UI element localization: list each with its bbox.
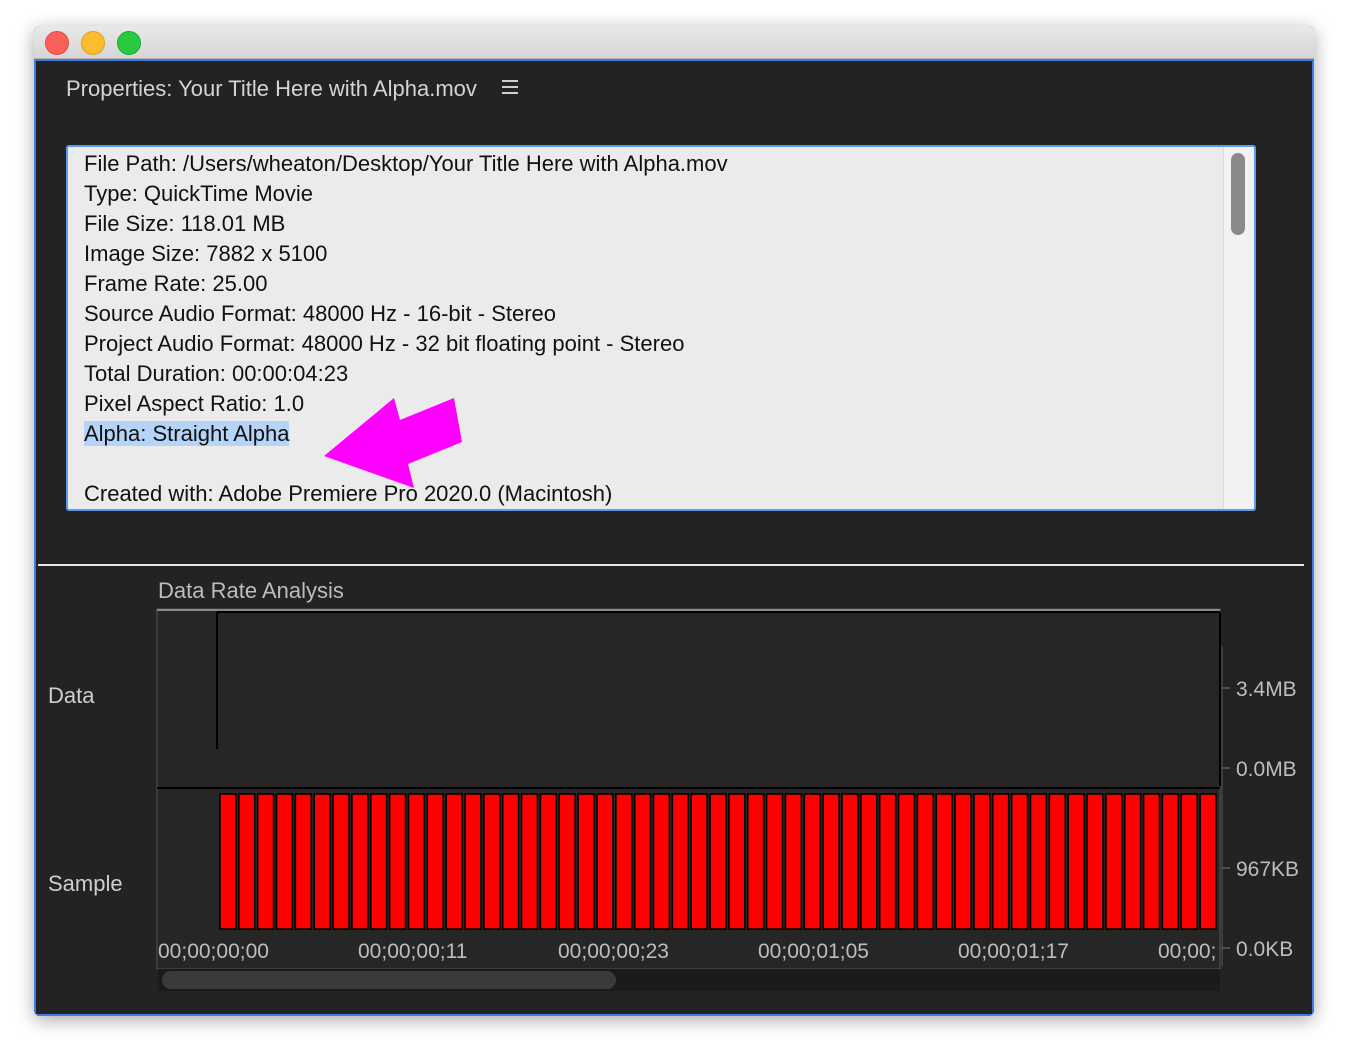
data-row-label: Data	[48, 683, 95, 708]
property-line: File Path: /Users/wheaton/Desktop/Your T…	[84, 149, 728, 179]
sample-bar	[238, 793, 256, 930]
timecode-label: 00;00;01;17	[958, 940, 1069, 963]
data-rate-chart: 3.4MB0.0MB967KB0.0KB 00;00;00;00 00;00;00…	[156, 608, 1299, 970]
close-icon[interactable]	[45, 31, 69, 55]
sample-bar	[935, 793, 953, 930]
sample-bar	[464, 793, 482, 930]
property-line: Image Size: 7882 x 5100	[84, 239, 728, 269]
sample-bar	[992, 793, 1010, 930]
sample-bar	[709, 793, 727, 930]
sample-bar	[426, 793, 444, 930]
property-text: Alpha: Straight Alpha	[84, 421, 290, 446]
sample-bar	[445, 793, 463, 930]
sample-bar	[652, 793, 671, 930]
sample-bar	[1161, 793, 1180, 930]
sample-bar	[1086, 793, 1104, 930]
sample-bar	[1029, 793, 1048, 930]
sample-bar	[483, 793, 501, 930]
sample-bar	[501, 793, 520, 930]
horizontal-scrollbar-thumb[interactable]	[162, 971, 616, 989]
sample-bar	[256, 793, 275, 930]
sample-bar	[539, 793, 558, 930]
timecode-label: 00;00;	[1158, 940, 1216, 963]
sample-bar	[878, 793, 897, 930]
sample-bar	[633, 793, 652, 930]
panel-title: Properties: Your Title Here with Alpha.m…	[66, 76, 477, 101]
sample-bar	[728, 793, 746, 930]
property-text: Frame Rate: 25.00	[84, 271, 268, 296]
sample-bar	[803, 793, 821, 930]
sample-bar	[916, 793, 935, 930]
sample-bar	[332, 793, 350, 930]
property-text: Pixel Aspect Ratio: 1.0	[84, 391, 305, 416]
sample-bar	[1048, 793, 1066, 930]
properties-info-box[interactable]: File Path: /Users/wheaton/Desktop/Your T…	[66, 145, 1256, 511]
sample-bar	[313, 793, 331, 930]
sample-bar	[784, 793, 803, 930]
sample-bar	[370, 793, 388, 930]
axis-label: 0.0MB	[1236, 758, 1297, 781]
hamburger-menu-icon[interactable]	[502, 80, 518, 94]
sample-bar	[1105, 793, 1123, 930]
sample-bar	[294, 793, 312, 930]
property-line: Frame Rate: 25.00	[84, 269, 728, 299]
sample-bar	[558, 793, 576, 930]
property-line: File Size: 118.01 MB	[84, 209, 728, 239]
horizontal-scrollbar[interactable]	[158, 969, 1220, 991]
axis-label: 0.0KB	[1236, 938, 1293, 961]
sample-bar	[1067, 793, 1085, 930]
sample-bar	[351, 793, 369, 930]
sample-bar	[615, 793, 633, 930]
sample-bar	[747, 793, 765, 930]
property-text: File Path: /Users/wheaton/Desktop/Your T…	[84, 151, 728, 176]
sample-bar	[1124, 793, 1142, 930]
sample-bar	[596, 793, 614, 930]
sample-bar	[860, 793, 878, 930]
sample-bar	[577, 793, 595, 930]
timecode-label: 00;00;00;23	[558, 940, 669, 963]
property-line: Type: QuickTime Movie	[84, 179, 728, 209]
sample-bar	[765, 793, 784, 930]
sample-bar	[388, 793, 407, 930]
axis-label: 967KB	[1236, 858, 1299, 881]
sample-bar	[973, 793, 991, 930]
vertical-scrollbar[interactable]	[1223, 147, 1254, 509]
sample-row-label: Sample	[48, 871, 123, 896]
sample-bar	[219, 793, 237, 930]
sample-bar	[1010, 793, 1029, 930]
sample-bar	[1180, 793, 1198, 930]
magenta-arrow-icon	[324, 398, 462, 488]
title-bar	[34, 26, 1314, 59]
timecode-label: 00;00;01;05	[758, 940, 869, 963]
sample-bar	[822, 793, 840, 930]
property-text: Type: QuickTime Movie	[84, 181, 314, 206]
property-text: Source Audio Format: 48000 Hz - 16-bit -…	[84, 301, 557, 326]
scrollbar-thumb[interactable]	[1231, 153, 1245, 235]
property-text: Project Audio Format: 48000 Hz - 32 bit …	[84, 331, 685, 356]
property-text: Image Size: 7882 x 5100	[84, 241, 328, 266]
axis-label: 3.4MB	[1236, 678, 1297, 701]
property-line: Source Audio Format: 48000 Hz - 16-bit -…	[84, 299, 728, 329]
sample-bar	[1142, 793, 1161, 930]
sample-bar	[1199, 793, 1217, 930]
sample-bar	[690, 793, 708, 930]
property-line: Project Audio Format: 48000 Hz - 32 bit …	[84, 329, 728, 359]
data-rate-analysis-title: Data Rate Analysis	[158, 578, 344, 603]
timecode-label: 00;00;00;11	[358, 940, 467, 963]
panel-divider	[38, 564, 1304, 566]
timecode-label: 00;00;00;00	[158, 940, 269, 963]
zoom-icon[interactable]	[117, 31, 141, 55]
sample-bar	[897, 793, 916, 930]
sample-bar	[520, 793, 539, 930]
sample-bar	[841, 793, 859, 930]
sample-bar	[407, 793, 426, 930]
sample-bar	[671, 793, 689, 930]
minimize-icon[interactable]	[81, 31, 105, 55]
sample-bar	[954, 793, 972, 930]
properties-window: Properties: Your Title Here with Alpha.m…	[34, 26, 1314, 1016]
property-text: File Size: 118.01 MB	[84, 211, 286, 236]
sample-bar	[275, 793, 294, 930]
